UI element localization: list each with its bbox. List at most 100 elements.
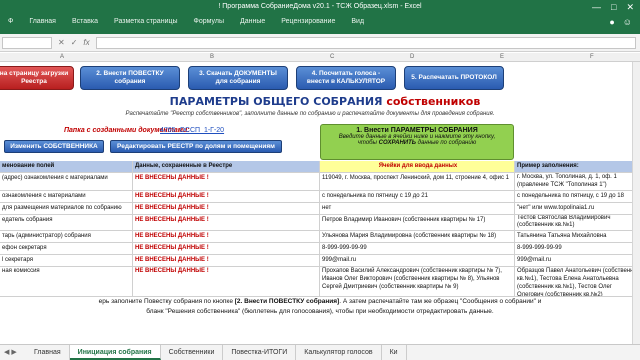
tab-page-layout[interactable]: Разметка страницы — [106, 16, 186, 30]
window-title: ! Программа СобраниеДома v20.1 - ТСЖ Обр… — [218, 3, 422, 10]
table-row: ознакомления с материалами НЕ ВНЕСЕНЫ ДА… — [0, 191, 640, 203]
input-cell[interactable]: нет — [320, 203, 515, 214]
field-name-cell[interactable]: (адрес) ознакомления с материалами — [0, 173, 133, 190]
sheet-tab-more[interactable]: Ки — [382, 345, 407, 360]
table-row: ефон секретаря НЕ ВНЕСЕНЫ ДАННЫЕ ! 8-999… — [0, 243, 640, 255]
saved-value-cell[interactable]: НЕ ВНЕСЕНЫ ДАННЫЕ ! — [133, 267, 320, 296]
example-cell[interactable]: Тестов Святослав Владимирович (собственн… — [515, 215, 640, 230]
formula-icons: ✕ ✓ fx — [58, 38, 90, 47]
name-box[interactable] — [2, 37, 52, 49]
saved-value-cell[interactable]: НЕ ВНЕСЕНЫ ДАННЫЕ ! — [133, 215, 320, 230]
saved-value-cell[interactable]: НЕ ВНЕСЕНЫ ДАННЫЕ ! — [133, 203, 320, 214]
tab-review[interactable]: Рецензирование — [273, 16, 343, 30]
saved-value-cell[interactable]: НЕ ВНЕСЕНЫ ДАННЫЕ ! — [133, 173, 320, 190]
example-cell[interactable]: Татьянина Татьяна Михайловна — [515, 231, 640, 242]
close-icon[interactable]: ✕ — [626, 2, 634, 13]
table-header-cell: Ячейки для ввода данных — [320, 161, 515, 172]
sheet-tabs: ◀ ▶ Главная Инициация собрания Собственн… — [0, 344, 640, 360]
sheet-tab-main[interactable]: Главная — [26, 345, 70, 360]
tab-view[interactable]: Вид — [343, 16, 372, 30]
field-name-cell[interactable]: для размещения материалов по собранию — [0, 203, 133, 214]
sheet-tab-initiation[interactable]: Инициация собрания — [69, 345, 161, 360]
table-row: для размещения материалов по собранию НЕ… — [0, 203, 640, 215]
cancel-icon[interactable]: ✕ — [58, 38, 65, 47]
edit-registry-button[interactable]: Редактировать РЕЕСТР по долям и помещени… — [110, 140, 282, 153]
next-step-line1: ерь заполните Повестку собрания по кнопк… — [0, 297, 640, 307]
next-step-pre: ерь заполните Повестку собрания по кнопк… — [98, 298, 235, 305]
example-cell[interactable]: Образцов Павел Анатольевич (собственник … — [515, 267, 640, 296]
saved-value-cell[interactable]: НЕ ВНЕСЕНЫ ДАННЫЕ ! — [133, 191, 320, 202]
table-row: ная комиссия НЕ ВНЕСЕНЫ ДАННЫЕ ! Прохапо… — [0, 267, 640, 297]
count-votes-button[interactable]: 4. Посчитать голоса - внести в КАЛЬКУЛЯТ… — [296, 66, 396, 90]
saved-value-cell[interactable]: НЕ ВНЕСЕНЫ ДАННЫЕ ! — [133, 255, 320, 266]
table-row: (адрес) ознакомления с материалами НЕ ВН… — [0, 173, 640, 191]
formula-input[interactable] — [96, 37, 636, 49]
example-cell[interactable]: 999@mail.ru — [515, 255, 640, 266]
column-header[interactable]: A — [60, 54, 64, 60]
field-name-cell[interactable]: l секретаря — [0, 255, 133, 266]
page-title-accent: собственников — [386, 95, 481, 108]
minimize-icon[interactable]: — — [592, 2, 601, 13]
user-icon[interactable]: ☺ — [623, 17, 632, 27]
input-cell[interactable]: Петров Владимир Иванович (собственник кв… — [320, 215, 515, 230]
input-cell[interactable]: 119049, г. Москва, проспект Ленинский, д… — [320, 173, 515, 190]
sheet-tab-agenda-results[interactable]: Повестка-ИТОГИ — [223, 345, 297, 360]
example-cell[interactable]: 8-999-999-99-99 — [515, 243, 640, 254]
input-cell[interactable]: Ульянова Мария Владимировна (собственник… — [320, 231, 515, 242]
column-header[interactable]: C — [330, 54, 334, 60]
ribbon-tabs: Ф Главная Вставка Разметка страницы Форм… — [0, 16, 372, 30]
tab-home[interactable]: Главная — [21, 16, 64, 30]
table-header-cell: менование полей — [0, 161, 133, 172]
fx-icon[interactable]: fx — [83, 38, 89, 47]
window-controls: — □ ✕ — [592, 2, 634, 13]
saved-value-cell[interactable]: НЕ ВНЕСЕНЫ ДАННЫЕ ! — [133, 243, 320, 254]
formula-bar: ✕ ✓ fx — [0, 34, 640, 52]
sheet-nav-arrows[interactable]: ◀ ▶ — [0, 345, 26, 360]
field-name-cell[interactable]: тарь (администратор) собрания — [0, 231, 133, 242]
saved-value-cell[interactable]: НЕ ВНЕСЕНЫ ДАННЫЕ ! — [133, 231, 320, 242]
tab-file[interactable]: Ф — [0, 16, 21, 30]
save-parameters-line2: чтобы СОХРАНИТЬ данные по собранию — [321, 140, 513, 146]
column-header[interactable]: E — [500, 54, 504, 60]
lightbulb-icon[interactable]: ● — [609, 17, 614, 27]
input-cell[interactable]: с понедельника по пятницу с 19 до 21 — [320, 191, 515, 202]
agenda-button[interactable]: 2. Внести ПОВЕСТКУ собрания — [80, 66, 180, 90]
table-row: тарь (администратор) собрания НЕ ВНЕСЕНЫ… — [0, 231, 640, 243]
save-parameters-line2-post: данные по собранию — [416, 140, 477, 146]
folder-link[interactable]: 4765_ОССП_1-Г-20 — [160, 127, 224, 134]
field-name-cell[interactable]: ознакомления с материалами — [0, 191, 133, 202]
upload-page-button[interactable]: на страницу загрузки Реестра — [0, 66, 74, 90]
table-header-cell: Пример заполнения: — [515, 161, 640, 172]
maximize-icon[interactable]: □ — [611, 2, 616, 13]
tab-data[interactable]: Данные — [232, 16, 273, 30]
column-header[interactable]: B — [210, 54, 214, 60]
input-cell[interactable]: 999@mail.ru — [320, 255, 515, 266]
field-name-cell[interactable]: ная комиссия — [0, 267, 133, 296]
save-parameters-title: 1. Внести ПАРАМЕТРЫ СОБРАНИЯ — [356, 127, 478, 134]
column-header[interactable]: D — [410, 54, 414, 60]
save-parameters-line2-pre: чтобы — [357, 140, 379, 146]
table-header-cell: Данные, сохраненные в Реестре — [133, 161, 320, 172]
confirm-icon[interactable]: ✓ — [71, 38, 78, 47]
sheet-tab-owners[interactable]: Собственники — [161, 345, 224, 360]
tab-formulas[interactable]: Формулы — [186, 16, 232, 30]
example-cell[interactable]: г. Москва, ул. Тополиная, д. 1, оф. 1 (п… — [515, 173, 640, 190]
field-name-cell[interactable]: едатель собрания — [0, 215, 133, 230]
input-cell[interactable]: Прохапов Василий Александрович (собствен… — [320, 267, 515, 296]
save-parameters-button[interactable]: 1. Внести ПАРАМЕТРЫ СОБРАНИЯ Введите дан… — [320, 124, 514, 160]
download-docs-button[interactable]: 3. Скачать ДОКУМЕНТЫ для собрания — [188, 66, 288, 90]
example-cell[interactable]: "нет" или www.topolinaia1.ru — [515, 203, 640, 214]
vertical-scrollbar[interactable] — [632, 62, 640, 344]
edit-owner-button[interactable]: Изменить СОБСТВЕННИКА — [4, 140, 104, 153]
action-buttons: на страницу загрузки Реестра 2. Внести П… — [0, 66, 640, 92]
field-name-cell[interactable]: ефон секретаря — [0, 243, 133, 254]
input-cell[interactable]: 8-999-999-99-99 — [320, 243, 515, 254]
table-header-row: менование полей Данные, сохраненные в Ре… — [0, 161, 640, 173]
sheet-tab-vote-calculator[interactable]: Калькулятор голосов — [296, 345, 382, 360]
print-protocol-button[interactable]: 5. Распечатать ПРОТОКОЛ — [404, 66, 504, 90]
next-step-line2: бланк "Решения собственника" (бюллетень … — [146, 308, 494, 315]
example-cell[interactable]: с понедельника по пятницу, с 19 до 18 — [515, 191, 640, 202]
tab-insert[interactable]: Вставка — [64, 16, 106, 30]
column-header[interactable]: F — [590, 54, 594, 60]
title-bar: ! Программа СобраниеДома v20.1 - ТСЖ Обр… — [0, 0, 640, 34]
